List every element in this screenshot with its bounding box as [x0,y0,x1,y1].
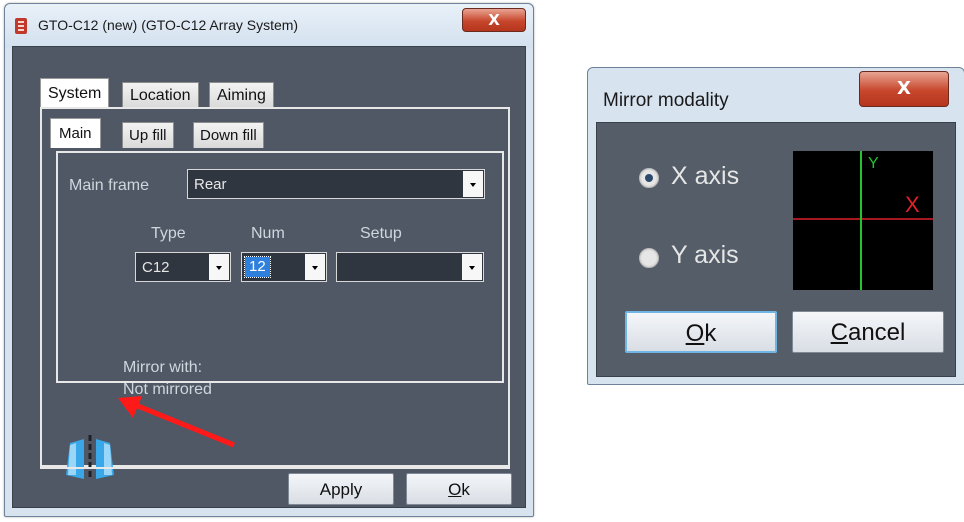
ok-button[interactable]: Ok [625,311,777,353]
cancel-label-rest: ancel [847,319,906,346]
ok-label-rest: k [704,320,717,347]
x-axis-label[interactable]: X axis [671,162,739,191]
ok-mnemonic: O [685,320,705,347]
close-button[interactable]: X [859,71,949,107]
cancel-button[interactable]: Cancel [792,311,944,353]
cancel-mnemonic: C [830,319,848,346]
x-axis-radio[interactable] [639,168,659,188]
y-axis-label[interactable]: Y axis [671,241,739,270]
dialog-client: X axis Y axis Y X Ok Cancel [596,122,956,377]
axis-preview: Y X [793,151,933,290]
y-axis-radio[interactable] [639,248,659,268]
dialog-title: Mirror modality [603,90,729,111]
preview-y-label: Y [868,155,879,172]
mirror-modality-dialog: Mirror modality X X axis Y axis Y X Ok C… [587,67,964,385]
preview-x-mark: X [905,192,920,217]
